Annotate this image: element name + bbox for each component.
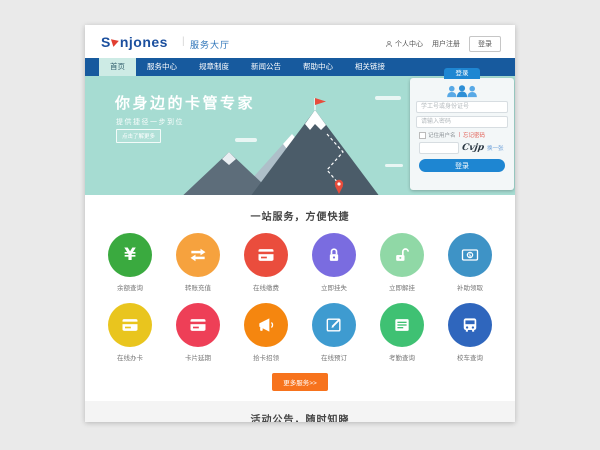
list-icon bbox=[380, 303, 424, 347]
service-item-subsidy[interactable]: $ 补助领取 bbox=[436, 233, 504, 292]
bank-card-icon bbox=[176, 303, 220, 347]
announcements-section: 活动公告，随时知晓 使用动态 最新公告 更多>> 使用指南 更多>> bbox=[85, 401, 515, 422]
remember-checkbox[interactable] bbox=[419, 132, 426, 139]
nav-item-rules[interactable]: 规章制度 bbox=[188, 58, 240, 76]
logo-text-right: njones bbox=[120, 34, 168, 50]
megaphone-icon bbox=[244, 303, 288, 347]
unlock-icon bbox=[380, 233, 424, 277]
lock-icon bbox=[312, 233, 356, 277]
hero-cta-button[interactable]: 点击了解更多 bbox=[116, 129, 161, 143]
header-login-button[interactable]: 登录 bbox=[469, 36, 501, 52]
nav-item-related-links[interactable]: 相关链接 bbox=[344, 58, 396, 76]
yen-balance-icon: ¥ bbox=[108, 233, 152, 277]
service-item-report-loss[interactable]: 立即挂失 bbox=[300, 233, 368, 292]
service-item-transfer[interactable]: 转账充值 bbox=[164, 233, 232, 292]
services-section: 一站服务，方便快捷 ¥ 余额查询 转账充值 在线缴费 bbox=[85, 195, 515, 391]
login-submit-button[interactable]: 登录 bbox=[419, 159, 505, 172]
services-grid: ¥ 余额查询 转账充值 在线缴费 立即挂失 bbox=[96, 233, 504, 362]
hero-subtitle: 提供捷径一步到位 bbox=[116, 117, 184, 127]
login-tab[interactable]: 登录 bbox=[444, 68, 480, 79]
captcha-input[interactable] bbox=[419, 142, 459, 154]
service-item-apply-card[interactable]: 在线办卡 bbox=[96, 303, 164, 362]
user-icon bbox=[385, 40, 393, 48]
more-services-button[interactable]: 更多服务>> bbox=[272, 373, 328, 391]
service-item-pay-online[interactable]: 在线缴费 bbox=[232, 233, 300, 292]
bank-card-icon bbox=[244, 233, 288, 277]
header-utility-links: 个人中心 用户注册 登录 bbox=[385, 36, 501, 52]
service-item-card-renewal[interactable]: 卡片延期 bbox=[164, 303, 232, 362]
site-header: Snjones | 服务大厅 个人中心 用户注册 登录 bbox=[85, 25, 515, 58]
banknote-icon: $ bbox=[448, 233, 492, 277]
nav-item-help-center[interactable]: 帮助中心 bbox=[292, 58, 344, 76]
service-item-found-card[interactable]: 拾卡招领 bbox=[232, 303, 300, 362]
portal-page: Snjones | 服务大厅 个人中心 用户注册 登录 首页 服务中心 规章制度… bbox=[85, 25, 515, 422]
logo-text-left: S bbox=[101, 34, 111, 50]
mountain-illustration bbox=[177, 88, 407, 195]
services-title: 一站服务，方便快捷 bbox=[85, 208, 515, 223]
bus-icon bbox=[448, 303, 492, 347]
portal-title: 服务大厅 bbox=[190, 38, 230, 51]
password-input[interactable] bbox=[416, 116, 508, 128]
svg-text:$: $ bbox=[468, 253, 471, 259]
forgot-password-link[interactable]: 忘记密码 bbox=[463, 131, 485, 139]
edit-icon bbox=[312, 303, 356, 347]
synjones-logo[interactable]: Snjones bbox=[101, 34, 168, 50]
transfer-arrows-icon bbox=[176, 233, 220, 277]
summit-flag-icon bbox=[315, 98, 326, 105]
service-item-unreport-loss[interactable]: 立即解挂 bbox=[368, 233, 436, 292]
nav-item-news[interactable]: 新闻公告 bbox=[240, 58, 292, 76]
service-item-school-bus[interactable]: 校车查询 bbox=[436, 303, 504, 362]
logo-divider: | bbox=[182, 36, 185, 47]
logo-arrow-icon bbox=[111, 37, 120, 47]
bank-card-icon bbox=[108, 303, 152, 347]
captcha-row: Cvjp 换一张 bbox=[419, 142, 505, 154]
nav-item-service-center[interactable]: 服务中心 bbox=[136, 58, 188, 76]
captcha-image[interactable]: Cvjp bbox=[461, 143, 484, 153]
login-options-row: 记住用户名 | 忘记密码 bbox=[419, 131, 505, 139]
users-group-icon bbox=[445, 85, 479, 98]
personal-center-link[interactable]: 个人中心 bbox=[385, 39, 423, 49]
captcha-refresh-link[interactable]: 换一张 bbox=[487, 144, 504, 152]
remember-label: 记住用户名 bbox=[428, 131, 456, 139]
service-item-online-booking[interactable]: 在线预订 bbox=[300, 303, 368, 362]
login-panel: 登录 记住用户名 | 忘记密码 Cvjp 换一张 登录 bbox=[410, 78, 514, 190]
announcements-title: 活动公告，随时知晓 bbox=[85, 411, 515, 422]
username-input[interactable] bbox=[416, 101, 508, 113]
service-item-attendance[interactable]: 考勤查询 bbox=[368, 303, 436, 362]
user-register-link[interactable]: 用户注册 bbox=[432, 39, 460, 49]
service-item-balance[interactable]: ¥ 余额查询 bbox=[96, 233, 164, 292]
nav-item-home[interactable]: 首页 bbox=[99, 58, 136, 76]
options-separator: | bbox=[459, 132, 460, 138]
